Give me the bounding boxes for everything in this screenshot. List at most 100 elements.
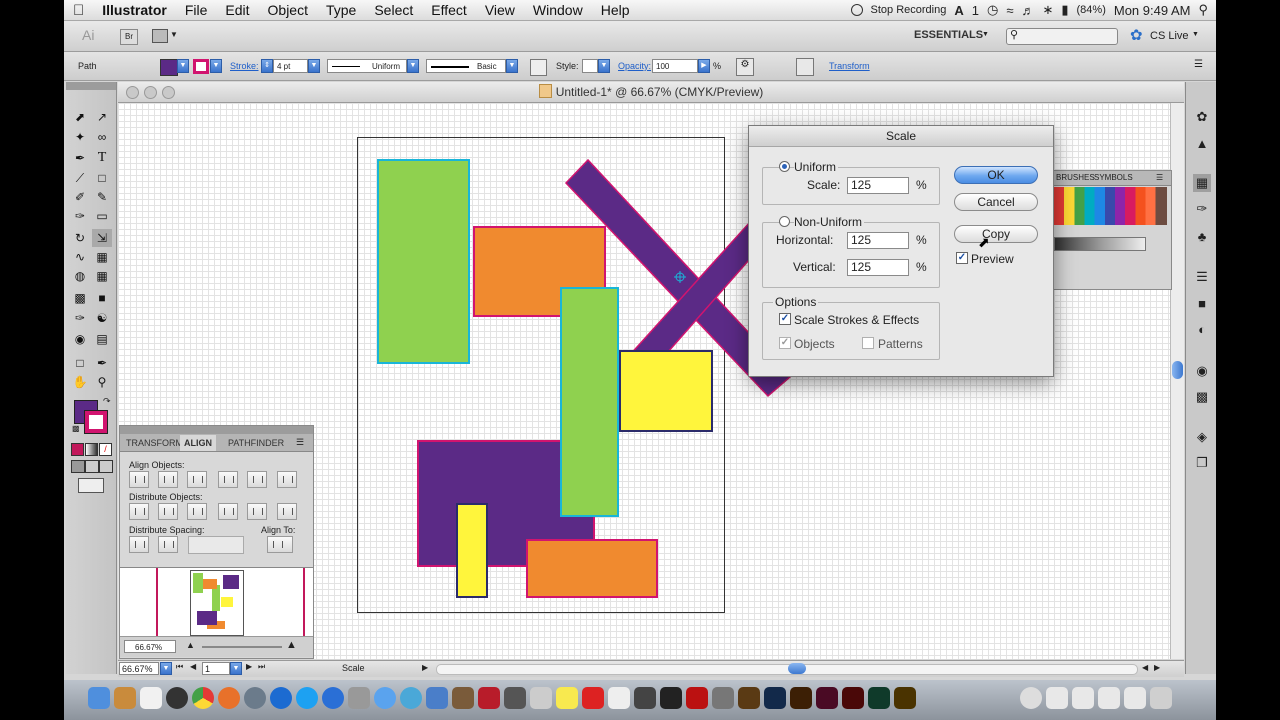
zoom-tool-icon[interactable]: ⚲ xyxy=(92,373,112,391)
panel-menu-icon[interactable]: ☰ xyxy=(1194,59,1203,70)
stroke-panel-icon[interactable]: ☰ xyxy=(1193,268,1211,286)
align-to-dropdown[interactable] xyxy=(267,536,293,553)
navigator-zoom-slider[interactable] xyxy=(202,646,282,648)
align-right-button[interactable] xyxy=(187,471,207,488)
opacity-dropdown[interactable]: ▶ xyxy=(698,59,710,73)
none-mode-icon[interactable]: / xyxy=(99,443,112,456)
cs-live-button[interactable]: CS Live xyxy=(1150,30,1189,42)
align-horizontal-center-button[interactable] xyxy=(158,471,178,488)
guitar-icon[interactable] xyxy=(452,687,474,709)
style-dropdown[interactable]: ▼ xyxy=(598,59,610,73)
menu-select[interactable]: Select xyxy=(365,2,422,18)
layers-panel-icon[interactable]: ◈ xyxy=(1193,428,1211,446)
help-search-input[interactable] xyxy=(1006,28,1118,45)
applications-stack-icon[interactable] xyxy=(1124,687,1146,709)
screen-capture-icon[interactable] xyxy=(504,687,526,709)
firefox-icon[interactable] xyxy=(218,687,240,709)
preview-icon[interactable] xyxy=(114,687,136,709)
tab-brushes[interactable]: BRUSHES xyxy=(1056,171,1095,185)
brush-dropdown[interactable]: ▼ xyxy=(506,59,518,73)
column-graph-tool-icon[interactable]: ▤ xyxy=(92,330,112,348)
menu-app-name[interactable]: Illustrator xyxy=(93,2,176,18)
tab-pathfinder[interactable]: PATHFINDER xyxy=(224,435,288,451)
green-rectangle-left[interactable] xyxy=(377,159,470,364)
status-menu-icon[interactable]: ▶ xyxy=(422,663,428,672)
artboard-dropdown[interactable]: ▼ xyxy=(230,662,242,675)
scale-input[interactable]: 125 xyxy=(847,177,909,194)
align-bottom-button[interactable] xyxy=(277,471,297,488)
zoom-out-icon[interactable]: ▲ xyxy=(186,640,195,650)
bridge-icon[interactable] xyxy=(738,687,760,709)
scale-strokes-label[interactable]: Scale Strokes & Effects xyxy=(794,313,919,327)
symbol-sprayer-tool-icon[interactable]: ◉ xyxy=(70,330,90,348)
vlc-icon[interactable] xyxy=(348,687,370,709)
distribute-top-button[interactable] xyxy=(129,503,149,520)
lasso-tool-icon[interactable]: ∞ xyxy=(92,128,112,146)
distribute-horizontal-space-button[interactable] xyxy=(158,536,178,553)
vertical-scroll-thumb[interactable] xyxy=(1172,361,1183,379)
align-top-button[interactable] xyxy=(218,471,238,488)
yellow-rectangle-small[interactable] xyxy=(456,503,488,598)
artboard-number-input[interactable]: 1 xyxy=(202,662,230,675)
menu-file[interactable]: File xyxy=(176,2,217,18)
scale-strokes-checkbox[interactable]: ✓ xyxy=(779,313,791,325)
graphic-styles-panel-icon[interactable]: ▩ xyxy=(1193,388,1211,406)
hand-tool-icon[interactable]: ✋ xyxy=(70,373,90,391)
stroke-dropdown[interactable]: ▼ xyxy=(210,59,222,73)
time-machine-icon[interactable]: ◷ xyxy=(987,2,998,18)
tab-transform[interactable]: TRANSFORM xyxy=(122,435,187,451)
type-tool-icon[interactable]: T xyxy=(92,149,112,167)
spacing-input[interactable] xyxy=(188,536,244,554)
transform-panel-link[interactable]: Transform xyxy=(829,61,870,71)
eraser-tool-icon[interactable]: ▭ xyxy=(92,207,112,225)
flow-icon[interactable] xyxy=(400,687,422,709)
swatches-panel-icon[interactable]: ▦ xyxy=(1193,174,1211,192)
swatch-grid[interactable] xyxy=(1054,187,1167,225)
volume-icon[interactable]: ♬ xyxy=(1021,3,1034,18)
mesh-tool-icon[interactable]: ▩ xyxy=(70,289,90,307)
pen-tool-icon[interactable]: ✒ xyxy=(70,149,90,167)
objects-checkbox[interactable]: ✓ xyxy=(779,337,791,349)
symbols-panel-icon[interactable]: ♣ xyxy=(1193,227,1211,245)
zoom-window-icon[interactable] xyxy=(162,86,175,99)
perspective-grid-tool-icon[interactable]: ▦ xyxy=(92,267,112,285)
indesign-icon[interactable] xyxy=(816,687,838,709)
calculator-icon[interactable] xyxy=(530,687,552,709)
itunes-icon[interactable] xyxy=(322,687,344,709)
screen-mode-icon[interactable] xyxy=(78,478,104,493)
selection-tool-icon[interactable]: ⬈ xyxy=(70,108,90,126)
width-tool-icon[interactable]: ∿ xyxy=(70,248,90,266)
draw-inside-icon[interactable] xyxy=(99,460,113,473)
panel-menu-icon[interactable]: ☰ xyxy=(1156,171,1163,185)
spotlight-search-icon[interactable]: ⚲ xyxy=(1198,2,1208,18)
minimize-icon[interactable] xyxy=(144,86,157,99)
audition-icon[interactable] xyxy=(660,687,682,709)
next-artboard-icon[interactable]: ▶ xyxy=(246,662,252,671)
last-artboard-icon[interactable]: ⏭ xyxy=(258,662,265,672)
ibooks-icon[interactable] xyxy=(634,687,656,709)
zoom-dropdown[interactable]: ▼ xyxy=(160,662,172,675)
horizontal-scrollbar[interactable] xyxy=(436,664,1138,675)
shape-builder-tool-icon[interactable]: ◍ xyxy=(70,267,90,285)
scroll-right-icon[interactable]: ▶ xyxy=(1154,663,1160,672)
transparency-panel-icon[interactable]: ◐ xyxy=(1193,320,1211,338)
menu-help[interactable]: Help xyxy=(592,2,639,18)
preview-label[interactable]: Preview xyxy=(971,252,1014,266)
distribute-left-button[interactable] xyxy=(218,503,238,520)
blend-tool-icon[interactable]: ☯ xyxy=(92,309,112,327)
wifi-icon[interactable]: ≈ xyxy=(1006,3,1013,18)
graphic-style-swatch[interactable] xyxy=(582,59,598,73)
bridge-button[interactable]: Br xyxy=(120,29,138,45)
vertical-input[interactable]: 125 xyxy=(847,259,909,276)
calendar-icon[interactable] xyxy=(140,687,162,709)
color-mode-icon[interactable] xyxy=(71,443,84,456)
chrome-icon[interactable] xyxy=(192,687,214,709)
arrange-documents-icon[interactable] xyxy=(152,29,168,43)
gray-swatches[interactable] xyxy=(1054,237,1146,251)
stop-recording-label[interactable]: Stop Recording xyxy=(871,4,947,16)
recolor-artwork-icon[interactable]: ⚙ xyxy=(736,58,754,76)
paintbrush-tool-icon[interactable]: ✐ xyxy=(70,188,90,206)
dreamweaver-icon[interactable] xyxy=(868,687,890,709)
network-icon[interactable] xyxy=(270,687,292,709)
stroke-weight-input[interactable]: 4 pt xyxy=(273,59,308,73)
